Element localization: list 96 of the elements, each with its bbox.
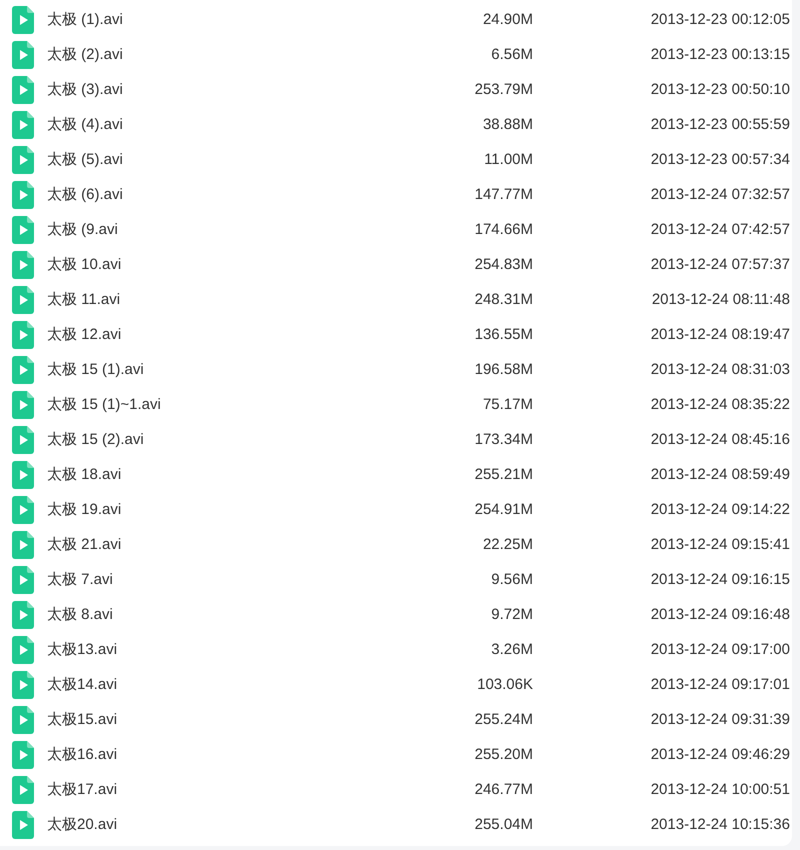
file-size: 255.24M: [474, 711, 533, 728]
file-name: 太极 15 (1).avi: [47, 360, 145, 379]
file-size: 9.72M: [490, 606, 533, 623]
file-size: 255.20M: [474, 746, 533, 763]
file-size: 75.17M: [482, 396, 533, 413]
modified-date: 2013-12-24 08:45:16: [650, 431, 791, 448]
video-file-icon: [12, 810, 34, 838]
file-name: 太极 11.avi: [47, 290, 122, 309]
modified-date: 2013-12-23 00:12:05: [650, 11, 791, 28]
modified-date: 2013-12-24 07:57:37: [650, 256, 791, 273]
file-name: 太极14.avi: [47, 675, 118, 694]
modified-date: 2013-12-24 09:31:39: [650, 711, 791, 728]
video-file-icon: [12, 286, 34, 314]
modified-date: 2013-12-24 09:15:41: [650, 536, 791, 553]
video-file-icon: [12, 600, 34, 628]
file-name: 太极17.avi: [47, 780, 118, 799]
file-size: 24.90M: [482, 11, 533, 28]
file-size: 3.26M: [490, 641, 533, 658]
file-name: 太极16.avi: [47, 745, 118, 764]
file-size: 255.21M: [474, 466, 533, 483]
modified-date: 2013-12-24 09:14:22: [650, 501, 791, 518]
video-file-icon: [12, 320, 34, 348]
file-size: 22.25M: [482, 536, 533, 553]
modified-date: 2013-12-23 00:57:34: [650, 151, 791, 168]
modified-date: 2013-12-24 09:16:15: [650, 571, 791, 588]
file-size: 246.77M: [474, 781, 533, 798]
file-name: 太极 15 (2).avi: [47, 430, 145, 449]
modified-date: 2013-12-24 09:46:29: [650, 746, 791, 763]
video-file-icon: [12, 776, 34, 804]
video-file-icon: [12, 460, 34, 488]
file-size: 147.77M: [474, 186, 533, 203]
modified-date: 2013-12-24 08:59:49: [650, 466, 791, 483]
file-name: 太极15.avi: [47, 710, 118, 729]
modified-date: 2013-12-24 09:16:48: [650, 606, 791, 623]
file-name: 太极 (6).avi: [47, 185, 124, 204]
video-file-icon: [12, 670, 34, 698]
file-name: 太极 18.avi: [47, 465, 122, 484]
video-file-icon: [12, 740, 34, 768]
video-file-icon: [12, 110, 34, 138]
file-name: 太极 (9.avi: [47, 220, 119, 239]
modified-date: 2013-12-24 08:35:22: [650, 396, 791, 413]
file-size: 103.06K: [476, 676, 533, 693]
video-file-icon: [12, 706, 34, 734]
video-file-icon: [12, 6, 34, 34]
file-name: 太极 (3).avi: [47, 80, 124, 99]
modified-date: 2013-12-24 07:42:57: [650, 221, 791, 238]
file-name: 太极 (2).avi: [47, 45, 124, 64]
video-file-icon: [12, 76, 34, 104]
file-name: 太极 (5).avi: [47, 150, 124, 169]
file-name: 太极 19.avi: [47, 500, 122, 519]
modified-date: 2013-12-24 10:00:51: [650, 781, 791, 798]
file-size: 6.56M: [490, 46, 533, 63]
modified-date: 2013-12-24 07:32:57: [650, 186, 791, 203]
modified-date: 2013-12-24 08:11:48: [650, 291, 791, 308]
video-file-icon: [12, 636, 34, 664]
modified-date: 2013-12-23 00:55:59: [650, 116, 791, 133]
video-file-icon: [12, 426, 34, 454]
video-file-icon: [12, 146, 34, 174]
file-size: 11.00M: [483, 151, 533, 168]
file-name: 太极 21.avi: [47, 535, 122, 554]
file-size: 253.79M: [474, 81, 533, 98]
file-size: 196.58M: [474, 361, 533, 378]
video-file-icon: [12, 496, 34, 524]
modified-date: 2013-12-24 10:15:36: [650, 816, 791, 833]
file-name: 太极 (1).avi: [47, 10, 124, 29]
modified-date: 2013-12-24 09:17:00: [650, 641, 791, 658]
video-file-icon: [12, 566, 34, 594]
modified-date: 2013-12-24 08:31:03: [650, 361, 791, 378]
file-name: 太极 7.avi: [47, 570, 114, 589]
file-name: 太极 12.avi: [47, 325, 122, 344]
video-file-icon: [12, 180, 34, 208]
video-file-icon: [12, 390, 34, 418]
modified-date: 2013-12-24 08:19:47: [650, 326, 791, 343]
file-name: 太极 15 (1)~1.avi: [47, 395, 162, 414]
file-name: 太极13.avi: [47, 640, 118, 659]
file-size: 38.88M: [482, 116, 533, 133]
file-size: 174.66M: [474, 221, 533, 238]
file-size: 248.31M: [474, 291, 533, 308]
video-file-icon: [12, 216, 34, 244]
file-name: 太极 8.avi: [47, 605, 114, 624]
video-file-icon: [12, 250, 34, 278]
modified-date: 2013-12-24 09:17:01: [650, 676, 791, 693]
file-size: 9.56M: [490, 571, 533, 588]
file-size: 136.55M: [474, 326, 533, 343]
file-size: 254.91M: [474, 501, 533, 518]
modified-date: 2013-12-23 00:13:15: [650, 46, 791, 63]
file-name: 太极 10.avi: [47, 255, 122, 274]
video-file-icon: [12, 356, 34, 384]
video-file-icon: [12, 40, 34, 68]
file-size: 173.34M: [474, 431, 533, 448]
file-size: 254.83M: [474, 256, 533, 273]
file-size: 255.04M: [474, 816, 533, 833]
video-file-icon: [12, 530, 34, 558]
file-name: 太极 (4).avi: [47, 115, 124, 134]
modified-date: 2013-12-23 00:50:10: [650, 81, 791, 98]
file-name: 太极20.avi: [47, 815, 118, 834]
